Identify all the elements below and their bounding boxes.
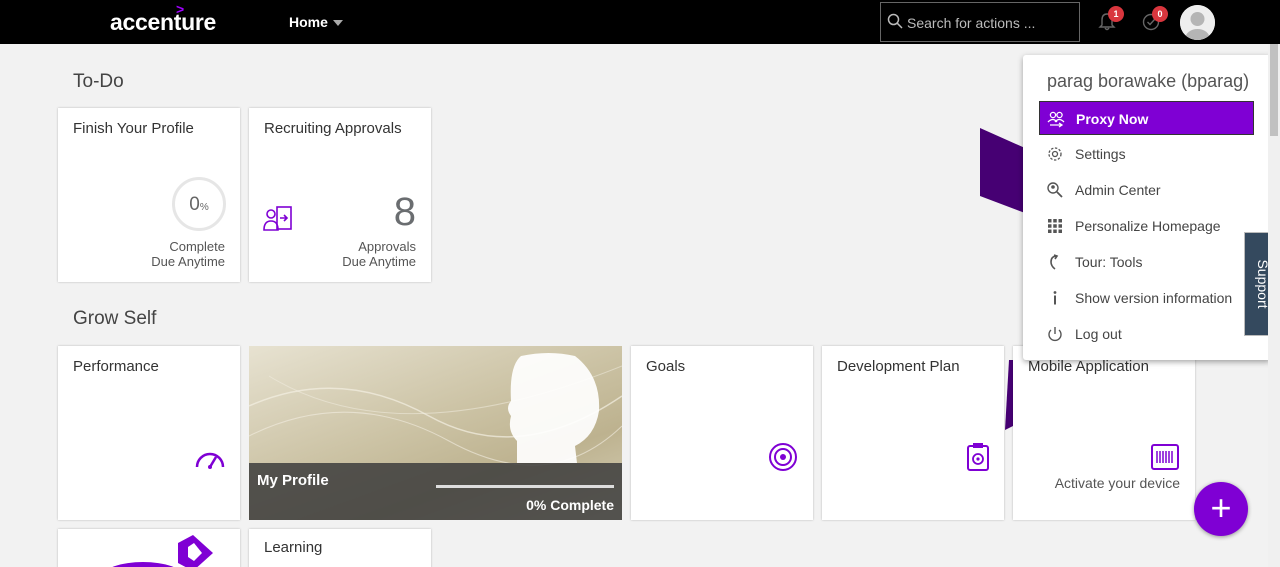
progress-ring: 0% (172, 177, 226, 231)
tile-footer-line2: Due Anytime (342, 254, 416, 269)
menu-username: parag borawake (bparag) (1047, 71, 1250, 91)
menu-item-label: Proxy Now (1076, 111, 1149, 127)
mobile-application-tile[interactable]: Mobile Application Activate your device (1013, 346, 1195, 520)
grid-icon (1048, 219, 1062, 233)
my-profile-tile[interactable]: My Profile 0% Complete (249, 346, 622, 520)
profile-info-band: My Profile 0% Complete (249, 463, 622, 520)
tile-footer-line1: Complete (169, 239, 225, 254)
chevron-down-icon (332, 20, 343, 27)
profile-name: My Profile (257, 472, 329, 489)
search-input[interactable] (907, 11, 1075, 35)
gear-icon (1048, 147, 1062, 161)
learning-tile[interactable]: Learning (249, 529, 431, 567)
accenture-logo[interactable]: accenture (110, 9, 216, 36)
menu-item-label: Settings (1075, 146, 1126, 162)
scrollbar-thumb[interactable] (1270, 44, 1278, 136)
clipboard-target-icon (967, 443, 989, 471)
decorative-shape (980, 128, 1025, 213)
tile-title: Goals (646, 358, 686, 375)
menu-item-label: Admin Center (1075, 182, 1161, 198)
home-nav-label: Home (289, 14, 328, 30)
mobile-caption: Activate your device (1054, 475, 1180, 491)
tile-title: Development Plan (837, 358, 960, 375)
menu-item-tour-tools[interactable]: Tour: Tools (1039, 245, 1254, 279)
tile-footer-line2: Due Anytime (151, 254, 225, 269)
goals-tile[interactable]: Goals (631, 346, 813, 520)
home-nav-menu[interactable]: Home (289, 14, 343, 30)
menu-item-label: Tour: Tools (1075, 254, 1143, 270)
menu-item-logout[interactable]: Log out (1039, 317, 1254, 351)
tile-title: Finish Your Profile (73, 120, 194, 137)
tour-icon (1050, 254, 1059, 270)
user-avatar[interactable] (1180, 5, 1215, 40)
tile-title: Recruiting Approvals (264, 120, 402, 137)
notifications-badge: 1 (1108, 6, 1124, 22)
tile-footer-line1: Approvals (358, 239, 416, 254)
menu-item-settings[interactable]: Settings (1039, 137, 1254, 171)
power-icon (1048, 327, 1062, 342)
profile-progress-bar (436, 485, 614, 488)
ring-value: 0 (189, 194, 200, 215)
target-icon (769, 443, 797, 471)
approval-person-icon (263, 206, 292, 231)
todo-badge: 0 (1152, 6, 1168, 22)
user-dropdown-menu: parag borawake (bparag) Proxy Now Settin… (1023, 55, 1271, 360)
menu-item-proxy-now[interactable]: Proxy Now (1039, 101, 1254, 135)
grow-self-section-title: Grow Self (73, 308, 157, 329)
performance-tile[interactable]: Performance (58, 346, 240, 520)
approvals-count: 8 (393, 190, 416, 234)
menu-item-label: Log out (1075, 326, 1122, 342)
search-box[interactable] (880, 2, 1080, 42)
menu-item-admin-center[interactable]: Admin Center (1039, 173, 1254, 207)
add-button[interactable]: + (1194, 482, 1248, 536)
menu-item-version-info[interactable]: Show version information (1039, 281, 1254, 315)
tile-title: Mobile Application (1028, 358, 1149, 375)
tile-title: Performance (73, 358, 159, 375)
tile-title: Learning (264, 539, 323, 556)
profile-completion-text: 0% Complete (526, 497, 614, 513)
admin-icon (1047, 182, 1063, 198)
notifications-button[interactable]: 1 (1097, 6, 1124, 32)
barcode-icon (1151, 444, 1179, 470)
finish-profile-tile[interactable]: Finish Your Profile 0% Complete Due Anyt… (58, 108, 240, 282)
todo-section-title: To-Do (73, 71, 124, 92)
tile-footer: Approvals Due Anytime (342, 239, 416, 269)
proxy-icon (1047, 111, 1065, 128)
tile-footer: Complete Due Anytime (151, 239, 225, 269)
purple-logo-tile[interactable] (58, 529, 240, 567)
recruiting-approvals-tile[interactable]: Recruiting Approvals 8 Approvals Due Any… (249, 108, 431, 282)
person-silhouette-icon (1180, 5, 1215, 40)
ring-unit: % (199, 202, 209, 213)
page-scrollbar[interactable] (1268, 44, 1280, 567)
menu-item-label: Show version information (1075, 290, 1233, 306)
menu-item-personalize-homepage[interactable]: Personalize Homepage (1039, 209, 1254, 243)
decorative-logo-shape (112, 535, 213, 567)
speedometer-icon (195, 452, 225, 469)
search-icon (887, 13, 903, 29)
top-bar: accenture > Home 1 0 (0, 0, 1280, 44)
development-plan-tile[interactable]: Development Plan (822, 346, 1004, 520)
info-icon (1053, 291, 1057, 305)
menu-item-label: Personalize Homepage (1075, 218, 1221, 234)
accenture-logo-mark: > (176, 1, 185, 17)
todo-button[interactable]: 0 (1141, 6, 1168, 32)
